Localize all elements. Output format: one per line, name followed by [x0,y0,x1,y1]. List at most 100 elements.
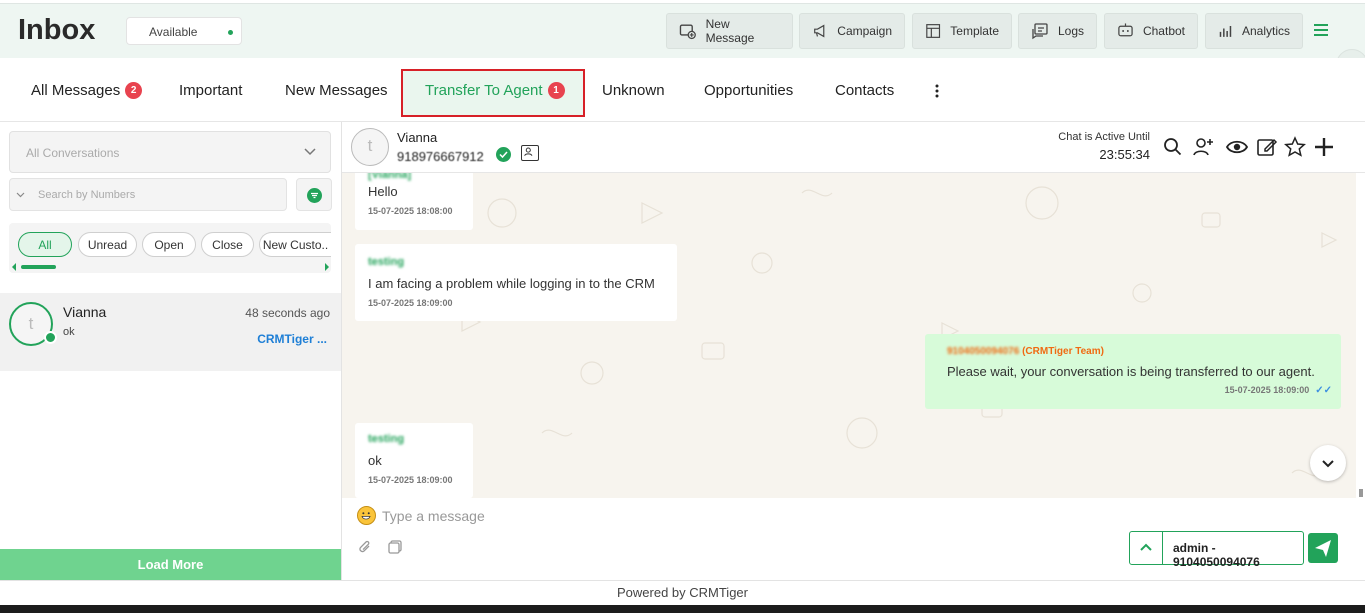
tab-contacts[interactable]: Contacts [835,82,894,99]
load-more-button[interactable]: Load More [0,549,341,580]
analytics-label: Analytics [1241,24,1290,38]
edit-icon[interactable] [1256,136,1278,158]
tab-new-messages[interactable]: New Messages [285,82,388,99]
read-receipt-icon: ✓✓ [1315,385,1332,396]
message-composer: Type a message admin - 9104050094076 [342,498,1365,580]
message-input[interactable]: Type a message [382,508,485,524]
message-text: Hello [368,184,398,199]
message-timestamp: 15-07-2025 18:09:00 [368,475,453,485]
conversation-filter-select[interactable]: All Conversations [9,131,331,173]
tab-important[interactable]: Important [179,82,242,99]
whatsapp-icon [44,331,57,344]
hamburger-menu-icon[interactable] [1313,23,1329,37]
conversation-time: 48 seconds ago [245,306,330,320]
filter-button[interactable] [296,178,332,211]
template-button[interactable]: Template [912,13,1012,49]
chevron-up-icon [1140,543,1152,551]
analytics-button[interactable]: Analytics [1205,13,1303,49]
chip-new-customer[interactable]: New Custo.. [259,232,331,257]
add-user-icon[interactable] [1192,136,1214,158]
chatbot-button[interactable]: Chatbot [1104,13,1198,49]
paperclip-icon[interactable] [358,540,372,554]
conversation-name: Vianna [63,304,107,320]
chatbot-label: Chatbot [1142,24,1185,38]
chip-unread[interactable]: Unread [78,232,137,257]
search-icon[interactable] [1162,136,1184,158]
tab-label: All Messages [31,82,121,99]
scrollbar-thumb[interactable] [1359,489,1363,497]
tab-label: Contacts [835,82,895,99]
conversation-preview: ok [63,326,75,338]
chips-scrollbar[interactable] [21,265,56,269]
search-input[interactable]: Search by Numbers [9,178,287,211]
tab-transfer-to-agent[interactable]: Transfer To Agent 1 [425,82,565,99]
outgoing-message-bubble: 9104050094076 (CRMTiger Team) Please wai… [925,334,1341,409]
conversation-item[interactable]: t Vianna 48 seconds ago ok CRMTiger ... [0,293,341,371]
new-message-label: New Message [705,17,755,45]
availability-select[interactable]: Available [126,17,242,45]
chip-open[interactable]: Open [142,232,196,257]
logs-label: Logs [1057,24,1084,38]
status-filter-chips: All Unread Open Close New Custo.. [9,223,331,273]
avatar: t [351,128,389,166]
page-title: Inbox [18,14,96,46]
message-sender-number: 9104050094076 [947,346,1020,357]
agent-selector[interactable]: admin - 9104050094076 [1129,531,1304,569]
eye-icon[interactable] [1226,136,1248,158]
send-button[interactable] [1308,533,1338,563]
campaign-label: Campaign [837,24,892,38]
message-scrollbar[interactable] [1356,173,1365,498]
tab-label: New Messages [285,82,388,99]
chip-close[interactable]: Close [201,232,254,257]
message-bubble: [Vianna] Hello 15-07-2025 18:08:00 [355,173,473,230]
conversation-sidebar: All Conversations Search by Numbers All … [0,122,342,580]
status-dot-icon [228,30,233,35]
message-sender-team: (CRMTiger Team) [1022,346,1104,357]
tab-label: Transfer To Agent [425,82,543,99]
message-text: Please wait, your conversation is being … [947,364,1315,379]
app-header: Inbox Available New Message Campaign Tem… [0,4,1365,81]
plus-icon[interactable] [1313,136,1335,158]
tab-unknown[interactable]: Unknown [602,82,665,99]
message-sender: testing [368,256,405,268]
chatbot-icon [1118,23,1133,37]
chip-all[interactable]: All [18,232,72,257]
campaign-button[interactable]: Campaign [799,13,905,49]
tab-all-messages[interactable]: All Messages 2 [31,82,143,99]
chevron-down-icon [304,148,316,156]
contact-phone: 918976667912 [397,149,484,164]
logs-button[interactable]: Logs [1018,13,1097,49]
tab-opportunities[interactable]: Opportunities [704,82,793,99]
message-sender: testing [368,433,405,445]
conversation-tag[interactable]: CRMTiger ... [257,332,327,346]
scroll-left-icon[interactable] [12,263,16,271]
chat-header: t Vianna 918976667912 Chat is Active Unt… [342,122,1365,173]
message-bubble: testing ok 15-07-2025 18:09:00 [355,423,473,498]
tab-label: Unknown [602,82,665,99]
unread-count-badge: 2 [125,82,143,99]
transfer-count-badge: 1 [547,82,565,99]
star-icon[interactable] [1284,136,1306,158]
divider [1162,532,1163,564]
logs-icon [1032,23,1048,40]
availability-label: Available [149,25,198,39]
filter-icon [307,188,322,203]
message-bubble: testing I am facing a problem while logg… [355,244,677,321]
search-placeholder: Search by Numbers [38,189,136,201]
template-label: Template [950,24,999,38]
chevron-down-icon [1322,460,1334,468]
contact-card-icon[interactable] [521,145,539,161]
tab-label: Opportunities [704,82,794,99]
new-message-button[interactable]: New Message [666,13,793,49]
message-text: ok [368,453,382,468]
more-options-icon[interactable] [934,84,940,98]
contact-name: Vianna [397,130,438,145]
verified-check-icon [496,147,511,162]
tab-label: Important [179,82,243,99]
scroll-to-bottom-button[interactable] [1310,445,1346,481]
send-icon [1315,540,1331,557]
emoji-icon[interactable] [357,506,376,525]
template-icon[interactable] [388,540,402,554]
os-taskbar [0,605,1365,613]
scroll-right-icon[interactable] [325,263,329,271]
